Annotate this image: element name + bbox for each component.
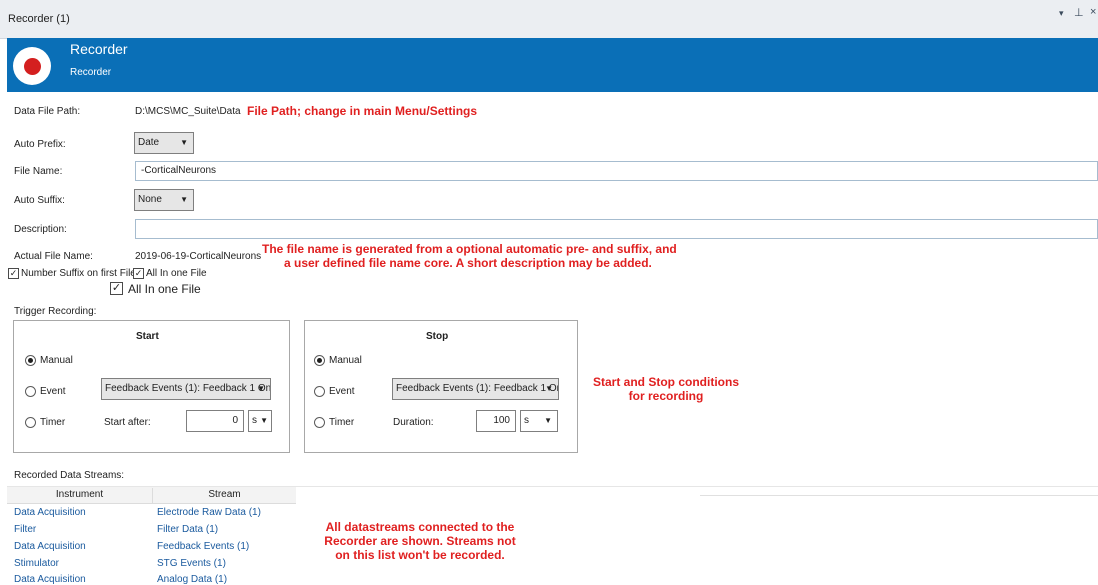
data-file-path-value: D:\MCS\MC_Suite\Data	[135, 106, 241, 117]
chevron-down-icon: ▼	[180, 138, 188, 147]
window-title: Recorder (1)	[8, 13, 70, 25]
start-manual-label: Manual	[40, 355, 73, 366]
auto-prefix-label: Auto Prefix:	[14, 139, 66, 150]
stop-manual-label: Manual	[329, 355, 362, 366]
duration-input[interactable]: 100	[476, 410, 516, 432]
stop-unit-select[interactable]: s ▼	[520, 410, 558, 432]
start-panel-title: Start	[136, 331, 159, 342]
table-row-instrument[interactable]: Data Acquisition	[14, 574, 86, 585]
actual-file-name-value: 2019-06-19-CorticalNeurons	[135, 251, 262, 262]
duration-label: Duration:	[393, 417, 434, 428]
file-path-note: File Path; change in main Menu/Settings	[247, 104, 478, 118]
column-header-instrument[interactable]: Instrument	[7, 489, 152, 500]
actual-file-name-label: Actual File Name:	[14, 251, 93, 262]
all-in-one-checkbox[interactable]: ✓	[110, 282, 123, 295]
chevron-down-icon: ▼	[260, 416, 268, 425]
table-row-stream[interactable]: Electrode Raw Data (1)	[157, 507, 261, 518]
table-row-instrument[interactable]: Data Acquisition	[14, 541, 86, 552]
stop-timer-radio[interactable]	[314, 417, 325, 428]
table-row-stream[interactable]: Feedback Events (1)	[157, 541, 249, 552]
auto-suffix-value: None	[138, 194, 162, 205]
start-manual-radio[interactable]	[25, 355, 36, 366]
start-after-label: Start after:	[104, 417, 151, 428]
start-unit-select[interactable]: s ▼	[248, 410, 272, 432]
stop-unit-value: s	[524, 415, 529, 426]
stop-timer-label: Timer	[329, 417, 355, 428]
trigger-recording-label: Trigger Recording:	[14, 306, 97, 317]
file-name-input[interactable]: -CorticalNeurons	[135, 161, 1098, 181]
header-title: Recorder	[70, 41, 128, 57]
streams-note-line1: All datastreams connected to the	[325, 520, 515, 534]
start-timer-label: Timer	[40, 417, 66, 428]
table-row-stream[interactable]: STG Events (1)	[157, 558, 226, 569]
streams-note: All datastreams connected to the Recorde…	[300, 520, 540, 562]
data-file-path-label: Data File Path:	[14, 106, 81, 117]
auto-prefix-select[interactable]: Date ▼	[134, 132, 194, 154]
pin-icon[interactable]: ⊥	[1074, 6, 1084, 19]
chevron-down-icon[interactable]: ▾	[1059, 8, 1064, 19]
chevron-down-icon: ▼	[180, 195, 188, 204]
file-name-note-line2: a user defined file name core. A short d…	[284, 256, 652, 270]
chevron-down-icon: ▼	[545, 384, 553, 393]
streams-scroll-track	[700, 495, 1098, 496]
table-row-stream[interactable]: Filter Data (1)	[157, 524, 218, 535]
all-in-one-label: All In one File	[128, 282, 201, 296]
stop-manual-radio[interactable]	[314, 355, 325, 366]
start-event-select[interactable]: Feedback Events (1): Feedback 1 On ▼	[101, 378, 271, 400]
window-titlebar	[0, 0, 1098, 39]
start-stop-note-line1: Start and Stop conditions	[593, 375, 739, 389]
start-unit-value: s	[252, 415, 257, 426]
streams-note-line3: on this list won't be recorded.	[335, 548, 505, 562]
stop-panel-title: Stop	[426, 331, 449, 342]
record-dot	[24, 58, 41, 75]
column-header-stream[interactable]: Stream	[153, 489, 296, 500]
start-stop-note: Start and Stop conditions for recording	[566, 375, 766, 403]
file-name-label: File Name:	[14, 166, 63, 177]
recorded-streams-label: Recorded Data Streams:	[14, 470, 125, 481]
auto-prefix-value: Date	[138, 137, 160, 148]
close-icon[interactable]: ×	[1090, 6, 1096, 18]
streams-note-line2: Recorder are shown. Streams not	[324, 534, 516, 548]
start-timer-radio[interactable]	[25, 417, 36, 428]
stop-event-radio[interactable]	[314, 386, 325, 397]
stop-event-label: Event	[329, 386, 355, 397]
stop-event-select[interactable]: Feedback Events (1): Feedback 1 On ▼	[392, 378, 559, 400]
number-suffix-label: Number Suffix on first File	[21, 268, 136, 279]
auto-suffix-select[interactable]: None ▼	[134, 189, 194, 211]
start-event-label: Event	[40, 386, 66, 397]
start-stop-note-line2: for recording	[628, 389, 704, 403]
table-row-instrument[interactable]: Stimulator	[14, 558, 59, 569]
auto-suffix-label: Auto Suffix:	[14, 195, 65, 206]
file-name-note-line1: The file name is generated from a option…	[262, 242, 677, 256]
start-after-input[interactable]: 0	[186, 410, 244, 432]
header-subtitle: Recorder	[70, 67, 112, 78]
description-label: Description:	[14, 224, 67, 235]
table-row-instrument[interactable]: Data Acquisition	[14, 507, 86, 518]
chevron-down-icon: ▼	[257, 384, 265, 393]
start-event-radio[interactable]	[25, 386, 36, 397]
recorder-header	[7, 38, 1098, 92]
number-suffix-checkbox[interactable]: ✓	[8, 268, 19, 279]
all-in-one-small-label: All In one File	[146, 268, 207, 279]
table-row-stream[interactable]: Analog Data (1)	[157, 574, 227, 585]
chevron-down-icon: ▼	[544, 416, 552, 425]
description-input[interactable]	[135, 219, 1098, 239]
stop-event-select-value: Feedback Events (1): Feedback 1 On	[396, 383, 559, 394]
start-event-select-value: Feedback Events (1): Feedback 1 On	[105, 383, 271, 394]
all-in-one-small-checkbox[interactable]: ✓	[133, 268, 144, 279]
table-row-instrument[interactable]: Filter	[14, 524, 36, 535]
